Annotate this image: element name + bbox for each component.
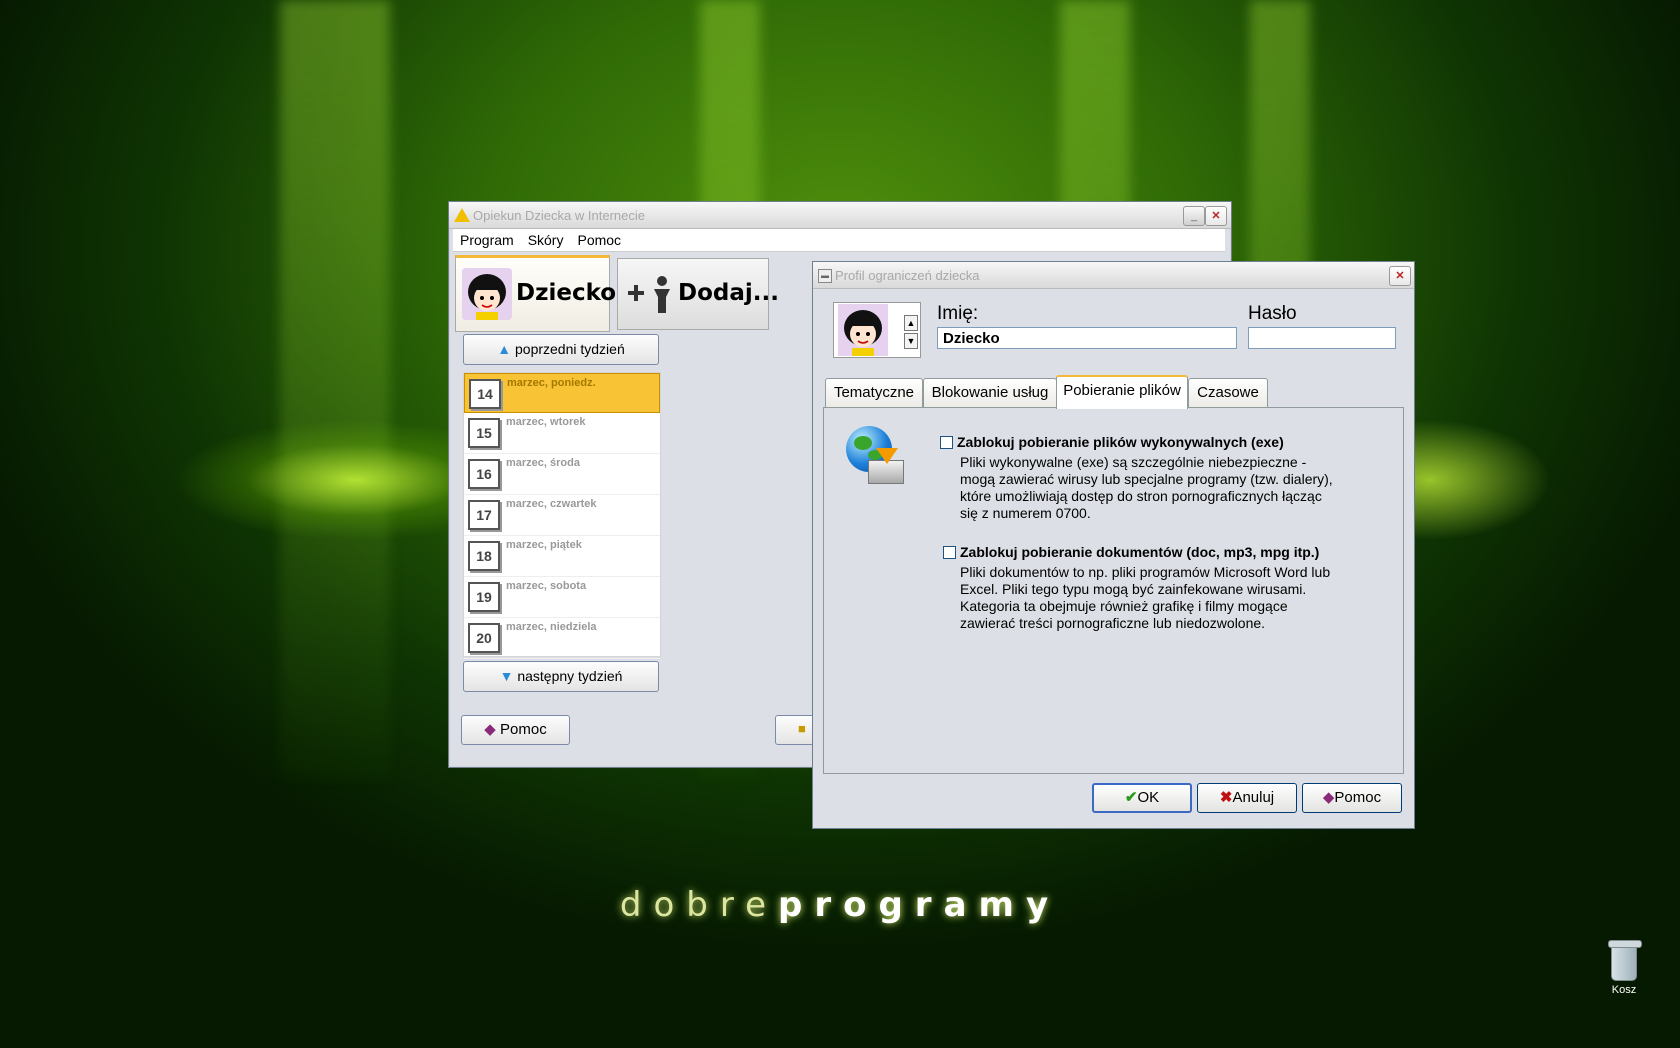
lock-button[interactable]: ■ [775,715,817,745]
add-person-icon [628,276,670,313]
close-icon[interactable]: ✕ [1389,266,1411,286]
help-book-icon: ◆ [484,721,496,738]
tab-tematyczne[interactable]: Tematyczne [825,378,923,407]
day-item[interactable]: 18 marzec, piątek [464,536,660,577]
menu-pomoc[interactable]: Pomoc [570,229,628,251]
prev-week-button[interactable]: ▲ poprzedni tydzień [463,334,659,365]
add-profile-tab[interactable]: Dodaj... [617,258,779,330]
help-button[interactable]: ◆ Pomoc [461,715,570,745]
wallpaper-stripe [280,0,390,780]
day-item[interactable]: 15 marzec, wtorek [464,413,660,454]
main-titlebar[interactable]: Opiekun Dziecka w Internecie _ ✕ [449,202,1231,229]
cancel-button[interactable]: ✖Anuluj [1197,783,1297,813]
checkbox-block-docs[interactable] [943,546,956,559]
day-list: 14 marzec, poniedz. 15 marzec, wtorek 16 ma… [463,372,661,659]
tab-pobieranie-plikow[interactable]: Pobieranie plików [1056,375,1188,409]
minimize-icon[interactable]: _ [1183,206,1205,226]
arrow-up-icon: ▲ [497,341,512,357]
wallpaper-logo: dobreprogramy [619,885,1061,925]
tab-panel: Zablokuj pobieranie plików wykonywalnych… [823,407,1404,774]
add-tab-label: Dodaj... [678,280,779,306]
lock-icon: ■ [798,721,806,736]
main-window-title: Opiekun Dziecka w Internecie [473,208,645,223]
option-block-exe-desc: Pliki wykonywalne (exe) są szczególnie n… [960,454,1333,521]
dialog-title: Profil ograniczeń dziecka [835,268,980,283]
checkbox-block-exe[interactable] [940,436,953,449]
ok-button[interactable]: ✔OK [1092,783,1192,813]
password-field[interactable] [1248,327,1396,349]
name-label: Imię: [937,303,979,324]
option-block-exe-title: Zablokuj pobieranie plików wykonywalnych… [957,434,1284,450]
recycle-bin-icon [1608,940,1642,981]
warning-icon [454,208,470,222]
child-profile-tab[interactable]: Dziecko [455,255,616,332]
dialog-titlebar[interactable]: ▬ Profil ograniczeń dziecka ✕ [813,262,1414,289]
password-label: Hasło [1248,303,1297,324]
profile-dialog: ▬ Profil ograniczeń dziecka ✕ ▲ ▼ Imię: … [812,261,1415,829]
menu-bar: Program Skóry Pomoc [453,229,1225,252]
tab-blokowanie-uslug[interactable]: Blokowanie usług [923,378,1057,407]
option-block-docs-desc: Pliki dokumentów to np. pliki programów … [960,564,1331,631]
dialog-help-button[interactable]: ◆Pomoc [1302,783,1402,813]
day-item[interactable]: 16 marzec, środa [464,454,660,495]
x-icon: ✖ [1219,789,1233,806]
name-field[interactable]: Dziecko [937,327,1237,349]
next-week-button[interactable]: ▼ następny tydzień [463,661,659,692]
dialog-avatar: ▲ ▼ [833,302,921,358]
checkmark-icon: ✔ [1124,789,1138,806]
system-menu-icon[interactable]: ▬ [818,269,832,283]
day-item[interactable]: 19 marzec, sobota [464,577,660,618]
day-item[interactable]: 20 marzec, niedziela [464,618,660,659]
day-item[interactable]: 17 marzec, czwartek [464,495,660,536]
recycle-bin-label: Kosz [1611,984,1637,996]
avatar-down-icon[interactable]: ▼ [904,333,918,349]
recycle-bin[interactable]: Kosz [1598,940,1650,996]
option-block-docs-title: Zablokuj pobieranie dokumentów (doc, mp3… [960,544,1320,560]
menu-skory[interactable]: Skóry [521,229,571,251]
close-icon[interactable]: ✕ [1205,206,1227,226]
tab-czasowe[interactable]: Czasowe [1188,378,1268,407]
help-book-icon: ◆ [1322,789,1335,806]
avatar-up-icon[interactable]: ▲ [904,315,918,331]
day-item[interactable]: 14 marzec, poniedz. [464,373,660,413]
child-tab-label: Dziecko [516,280,617,306]
menu-program[interactable]: Program [453,229,521,251]
child-avatar [462,268,512,320]
arrow-down-icon: ▼ [499,668,514,684]
